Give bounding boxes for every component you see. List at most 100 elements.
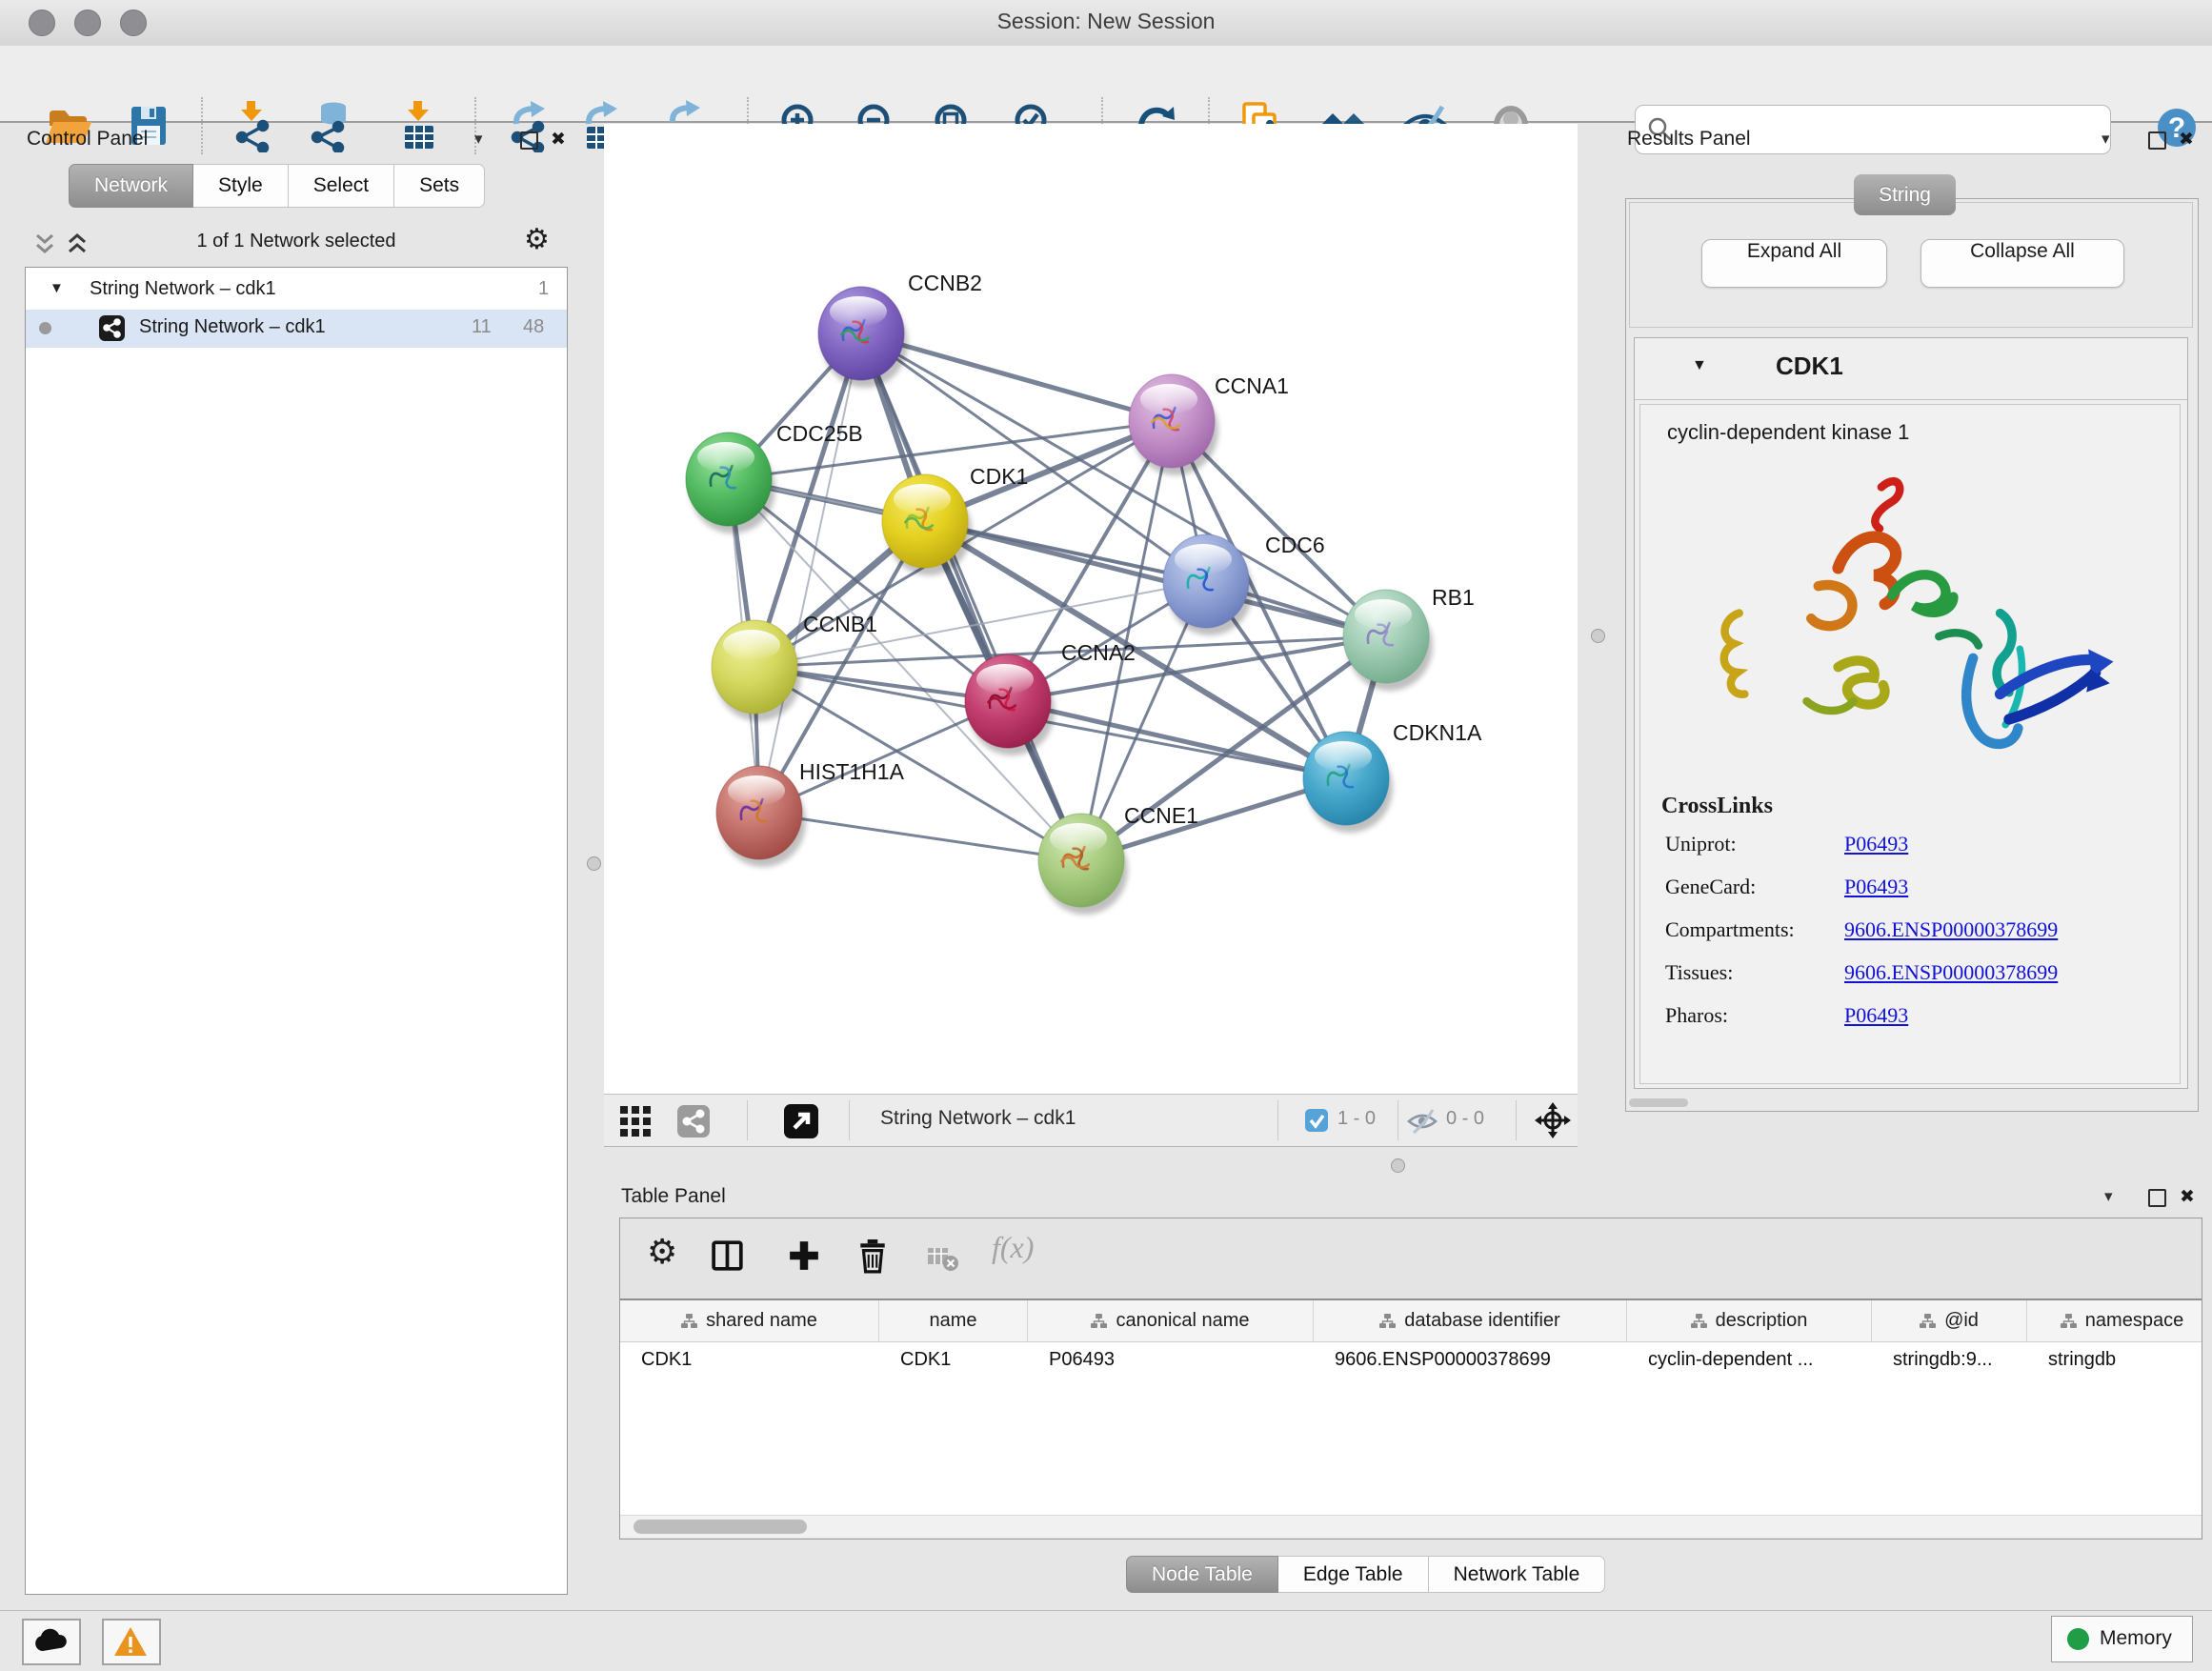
cell-database-identifier[interactable]: 9606.ENSP00000378699 (1314, 1342, 1627, 1380)
crosslink-label: GeneCard: (1665, 875, 1756, 899)
show-columns-icon[interactable] (712, 1239, 744, 1272)
node-label-CDC6: CDC6 (1265, 533, 1325, 557)
column-header-shared-name[interactable]: shared name (620, 1300, 879, 1341)
column-header--id[interactable]: @id (1872, 1300, 2027, 1341)
warning-icon (113, 1626, 148, 1657)
node-label-CDKN1A: CDKN1A (1393, 720, 1482, 745)
table-panel-close-icon[interactable]: ✖ (2180, 1186, 2195, 1208)
crosslink-value-link[interactable]: 9606.ENSP00000378699 (1844, 960, 2058, 985)
edge-hist1h1a-ccne1[interactable] (759, 813, 1081, 860)
node-label-CCNE1: CCNE1 (1124, 803, 1198, 828)
network-options-gear-icon[interactable]: ⚙ (524, 223, 550, 256)
crosslink-value-link[interactable]: P06493 (1844, 875, 1908, 899)
column-header-description[interactable]: description (1627, 1300, 1872, 1341)
node-CDKN1A[interactable]: CDKN1A (1303, 720, 1482, 833)
grid-view-icon[interactable] (619, 1105, 652, 1137)
titlebar: Session: New Session (0, 0, 2212, 47)
column-header-canonical-name[interactable]: canonical name (1028, 1300, 1314, 1341)
crosslink-label: Tissues: (1665, 960, 1733, 985)
column-header-namespace[interactable]: namespace (2027, 1300, 2202, 1341)
node-CDC6[interactable]: CDC6 (1163, 533, 1325, 635)
tab-string[interactable]: String (1854, 174, 1956, 215)
table-tabs: Node TableEdge TableNetwork Table (1126, 1556, 1605, 1593)
node-RB1[interactable]: RB1 (1343, 585, 1475, 691)
protein-structure-image (1699, 460, 2157, 784)
collapse-all-button[interactable]: Collapse All (1920, 239, 2124, 288)
control-panel-float-icon[interactable] (520, 131, 538, 150)
network-badge-icon[interactable] (677, 1105, 710, 1137)
table-panel-menu-ca​ret-icon[interactable]: ▾ (2104, 1187, 2113, 1206)
birds-eye-crosshair-icon[interactable] (1535, 1102, 1571, 1138)
delete-column-trash-icon[interactable] (856, 1239, 889, 1274)
detach-view-icon[interactable] (784, 1104, 818, 1138)
collection-expander-icon[interactable]: ▼ (50, 280, 64, 296)
right-splitter-handle[interactable] (1591, 629, 1605, 643)
window-title: Session: New Session (0, 9, 2212, 34)
tab-network-table[interactable]: Network Table (1429, 1556, 1606, 1593)
crosslink-label: Uniprot: (1665, 832, 1737, 856)
tab-edge-table[interactable]: Edge Table (1278, 1556, 1429, 1593)
cell-canonical-name[interactable]: P06493 (1028, 1342, 1314, 1380)
cloud-button[interactable] (22, 1619, 81, 1665)
bottom-splitter-handle[interactable] (1391, 1158, 1405, 1173)
memory-button[interactable]: Memory (2051, 1616, 2193, 1662)
results-panel-menu-caret-icon[interactable]: ▾ (2101, 130, 2110, 149)
crosslink-value-link[interactable]: 9606.ENSP00000378699 (1844, 917, 2058, 942)
edge-ccnb2-ccna1[interactable] (861, 333, 1172, 421)
table-panel-float-icon[interactable] (2148, 1189, 2166, 1207)
tab-select[interactable]: Select (289, 164, 394, 208)
crosslink-label: Pharos: (1665, 1003, 1728, 1028)
edge-ccna2-cdkn1a[interactable] (1008, 701, 1346, 778)
table-options-gear-icon[interactable]: ⚙ (647, 1232, 677, 1272)
toolbar-separator (849, 1100, 850, 1140)
hidden-eye-icon (1406, 1108, 1438, 1135)
control-panel-close-icon[interactable]: ✖ (551, 129, 566, 151)
control-panel: Control Panel ▾ ✖ NetworkStyleSelectSets… (13, 122, 579, 1610)
tab-sets[interactable]: Sets (394, 164, 485, 208)
column-header-database-identifier[interactable]: database identifier (1314, 1300, 1627, 1341)
create-column-plus-icon[interactable] (788, 1239, 820, 1272)
table-row[interactable]: CDK1CDK1P064939606.ENSP00000378699cyclin… (620, 1342, 2202, 1380)
node-CCNE1[interactable]: CCNE1 (1038, 803, 1198, 915)
cell-shared-name[interactable]: CDK1 (620, 1342, 879, 1380)
table-horizontal-scrollbar[interactable] (620, 1515, 2202, 1538)
network-graph[interactable]: CCNB2CCNA1CDC25BCDK1CDC6RB1CCNB1CCNA2CDK… (604, 124, 1578, 1094)
results-scrollbar-thumb[interactable] (1629, 1098, 1688, 1107)
network-collection-row[interactable]: ▼ String Network – cdk1 1 (26, 273, 567, 310)
node-CCNB2[interactable]: CCNB2 (818, 271, 982, 388)
crosslink-row: Uniprot: P06493 (1640, 832, 2180, 875)
collection-label: String Network – cdk1 (90, 278, 276, 300)
cell-namespace[interactable]: stringdb (2027, 1342, 2202, 1380)
warning-button[interactable] (102, 1619, 161, 1665)
node-table-container: ⚙ f(x) shared namenamecanonical namedata… (619, 1218, 2202, 1540)
left-splitter-handle[interactable] (587, 856, 601, 871)
scrollbar-thumb[interactable] (633, 1520, 807, 1534)
string-results-container: Expand All Collapse All ▼ CDK1 cyclin-de… (1625, 198, 2199, 1112)
results-panel-float-icon[interactable] (2148, 131, 2166, 150)
node-HIST1H1A[interactable]: HIST1H1A (716, 759, 905, 867)
column-header-name[interactable]: name (879, 1300, 1028, 1341)
network-row-selected[interactable]: String Network – cdk1 11 48 (26, 310, 567, 348)
tab-style[interactable]: Style (193, 164, 289, 208)
table-panel: Table Panel ▾ ✖ ⚙ f(x) shared namenameca… (604, 1181, 2212, 1610)
cell-description[interactable]: cyclin-dependent ... (1627, 1342, 1872, 1380)
cell-name[interactable]: CDK1 (879, 1342, 1028, 1380)
node-CCNB1[interactable]: CCNB1 (712, 612, 877, 721)
selected-checkbox-icon[interactable] (1305, 1109, 1328, 1132)
control-panel-title: Control Panel (27, 128, 148, 151)
crosslink-value-link[interactable]: P06493 (1844, 1003, 1908, 1028)
gene-header-row[interactable]: ▼ CDK1 (1635, 338, 2187, 400)
selected-node-edge-counts: 1 - 0 (1337, 1108, 1376, 1130)
network-canvas[interactable]: CCNB2CCNA1CDC25BCDK1CDC6RB1CCNB1CCNA2CDK… (604, 124, 1578, 1094)
tab-node-table[interactable]: Node Table (1126, 1556, 1278, 1593)
expand-all-button[interactable]: Expand All (1701, 239, 1887, 288)
shared-column-icon (1091, 1313, 1107, 1329)
tab-network[interactable]: Network (69, 164, 193, 208)
gene-expander-icon[interactable]: ▼ (1692, 357, 1707, 374)
gene-details: cyclin-dependent kinase 1 (1639, 404, 2181, 1084)
cell--id[interactable]: stringdb:9... (1872, 1342, 2027, 1380)
node-label-CCNB1: CCNB1 (803, 612, 877, 636)
control-panel-menu-caret-icon[interactable]: ▾ (474, 130, 483, 149)
results-panel-close-icon[interactable]: ✖ (2179, 129, 2194, 151)
crosslink-value-link[interactable]: P06493 (1844, 832, 1908, 856)
